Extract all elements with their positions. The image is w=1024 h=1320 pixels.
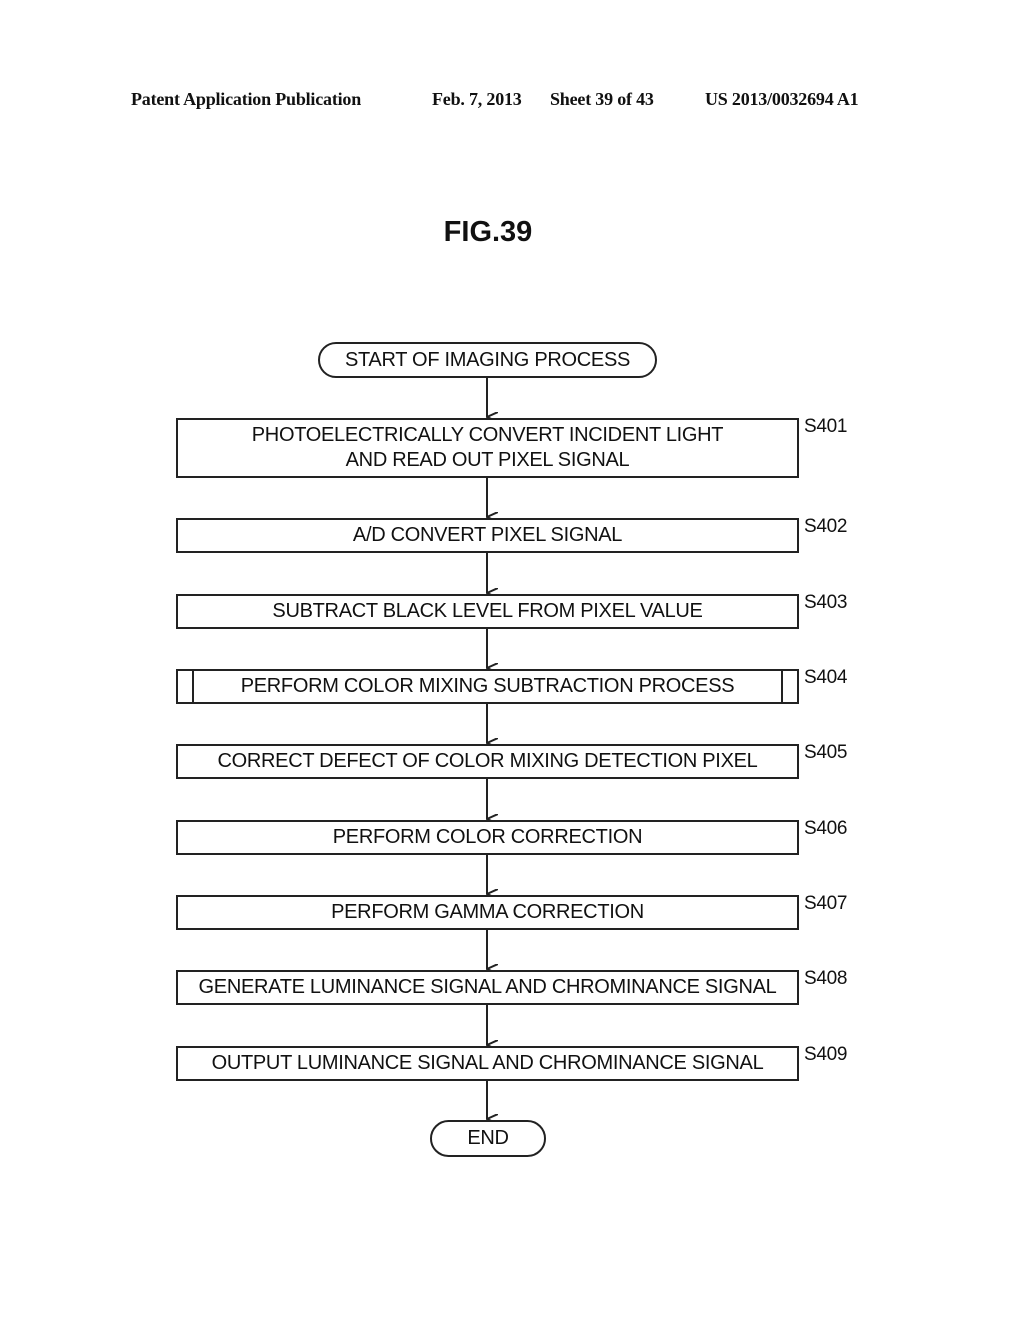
- process-text: OUTPUT LUMINANCE SIGNAL AND CHROMINANCE …: [211, 1052, 764, 1074]
- step-label-s405: S405: [804, 742, 848, 763]
- process-text: PERFORM GAMMA CORRECTION: [331, 901, 644, 923]
- step-label-s409: S409: [804, 1044, 848, 1065]
- process-box-s405: CORRECT DEFECT OF COLOR MIXING DETECTION…: [176, 744, 799, 779]
- process-box-s402: A/D CONVERT PIXEL SIGNAL: [176, 518, 799, 553]
- process-text: AND READ OUT PIXEL SIGNAL: [345, 449, 630, 471]
- end-terminal: END: [430, 1120, 546, 1157]
- process-text: GENERATE LUMINANCE SIGNAL AND CHROMINANC…: [198, 976, 777, 998]
- start-label: START OF IMAGING PROCESS: [344, 348, 631, 371]
- process-box-s404: PERFORM COLOR MIXING SUBTRACTION PROCESS: [176, 669, 799, 704]
- step-label-s406: S406: [804, 818, 848, 839]
- process-text: A/D CONVERT PIXEL SIGNAL: [352, 524, 623, 546]
- step-label-s401: S401: [804, 416, 848, 437]
- end-label: END: [467, 1127, 509, 1149]
- process-box-s403: SUBTRACT BLACK LEVEL FROM PIXEL VALUE: [176, 594, 799, 629]
- process-text: CORRECT DEFECT OF COLOR MIXING DETECTION…: [217, 750, 758, 772]
- process-box-s401: PHOTOELECTRICALLY CONVERT INCIDENT LIGHT…: [176, 418, 799, 478]
- process-text: PERFORM COLOR CORRECTION: [332, 826, 643, 848]
- step-label-s407: S407: [804, 893, 848, 914]
- step-label-s408: S408: [804, 968, 848, 989]
- process-box-s409: OUTPUT LUMINANCE SIGNAL AND CHROMINANCE …: [176, 1046, 799, 1081]
- process-box-s407: PERFORM GAMMA CORRECTION: [176, 895, 799, 930]
- process-text: PHOTOELECTRICALLY CONVERT INCIDENT LIGHT: [251, 424, 724, 446]
- process-text: PERFORM COLOR MIXING SUBTRACTION PROCESS: [240, 675, 735, 697]
- step-label-s402: S402: [804, 516, 848, 537]
- process-box-s406: PERFORM COLOR CORRECTION: [176, 820, 799, 855]
- step-label-s403: S403: [804, 592, 848, 613]
- process-box-s408: GENERATE LUMINANCE SIGNAL AND CHROMINANC…: [176, 970, 799, 1005]
- start-terminal: START OF IMAGING PROCESS: [318, 342, 657, 378]
- step-label-s404: S404: [804, 667, 848, 688]
- process-text: SUBTRACT BLACK LEVEL FROM PIXEL VALUE: [272, 600, 703, 622]
